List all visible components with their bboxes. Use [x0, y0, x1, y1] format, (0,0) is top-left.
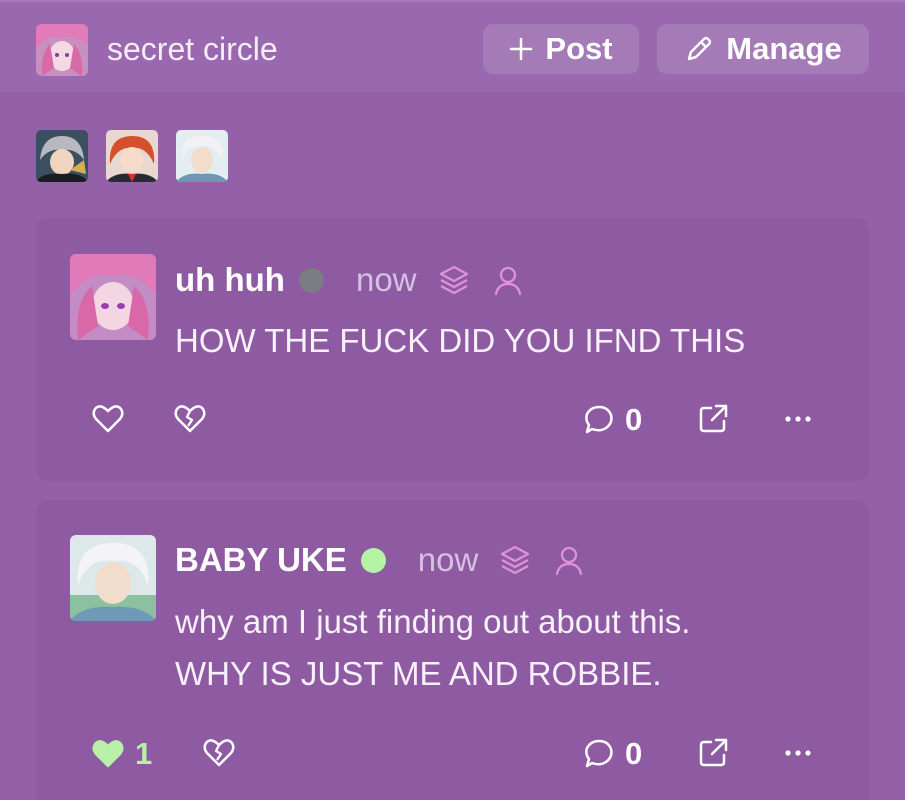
member-avatar[interactable] — [176, 130, 228, 182]
post-text-line: WHY IS JUST ME AND ROBBIE. — [175, 655, 662, 692]
status-dot — [360, 547, 386, 573]
member-list — [36, 130, 228, 182]
add-post-button[interactable]: Post — [483, 24, 639, 74]
broken-heart-icon — [174, 405, 206, 433]
author-name[interactable]: uh huh — [175, 261, 285, 299]
pencil-icon — [688, 36, 712, 61]
comment-button[interactable]: 0 — [581, 736, 642, 772]
status-dot — [298, 267, 324, 293]
layers-icon — [437, 263, 471, 297]
circle-header: secret circle Post Manage — [0, 0, 905, 92]
dislike-button[interactable] — [202, 736, 236, 770]
heart-icon — [92, 405, 124, 433]
post-card: uh huh now HOW THE FUCK DID YOU IFND THI… — [36, 218, 869, 481]
circle-title: secret circle — [107, 31, 278, 67]
external-link-icon — [699, 738, 728, 767]
post-time: now — [417, 541, 479, 578]
post-text-line: why am I just finding out about this. — [175, 603, 691, 640]
more-icon — [785, 750, 811, 756]
external-link-icon — [699, 404, 728, 433]
like-button[interactable] — [91, 402, 125, 436]
comment-count: 0 — [625, 736, 643, 771]
post-time: now — [355, 261, 417, 298]
author-avatar[interactable] — [70, 535, 156, 621]
layers-icon — [498, 543, 532, 577]
post-body: why am I just finding out about this. WH… — [175, 596, 690, 700]
heart-filled-icon — [92, 740, 124, 768]
manage-button[interactable]: Manage — [657, 24, 869, 74]
like-button[interactable]: 1 — [91, 736, 152, 772]
share-button[interactable] — [696, 402, 730, 436]
circle-avatar[interactable] — [36, 24, 88, 76]
more-icon — [785, 416, 811, 422]
user-icon — [552, 543, 586, 577]
post-meta: uh huh now — [175, 260, 525, 300]
member-avatar[interactable] — [106, 130, 158, 182]
post-card: BABY UKE now why am I just finding out a… — [36, 500, 869, 800]
post-meta: BABY UKE now — [175, 540, 586, 580]
author-avatar[interactable] — [70, 254, 156, 340]
post-text-line: HOW THE FUCK DID YOU IFND THIS — [175, 322, 746, 359]
post-actions: 0 — [36, 394, 869, 444]
comment-button[interactable]: 0 — [581, 402, 642, 438]
plus-icon — [510, 37, 533, 61]
dislike-button[interactable] — [173, 402, 207, 436]
author-name[interactable]: BABY UKE — [175, 541, 347, 579]
broken-heart-icon — [203, 739, 235, 767]
user-icon — [491, 263, 525, 297]
more-options-button[interactable] — [781, 402, 815, 436]
post-body: HOW THE FUCK DID YOU IFND THIS — [175, 315, 745, 367]
post-actions: 1 0 — [36, 728, 869, 778]
manage-button-label: Manage — [726, 31, 842, 66]
comment-count: 0 — [625, 402, 643, 437]
like-count: 1 — [135, 736, 153, 771]
member-avatar[interactable] — [36, 130, 88, 182]
more-options-button[interactable] — [781, 736, 815, 770]
comment-icon — [585, 739, 613, 768]
share-button[interactable] — [696, 736, 730, 770]
comment-icon — [585, 405, 613, 434]
post-button-label: Post — [545, 31, 613, 66]
